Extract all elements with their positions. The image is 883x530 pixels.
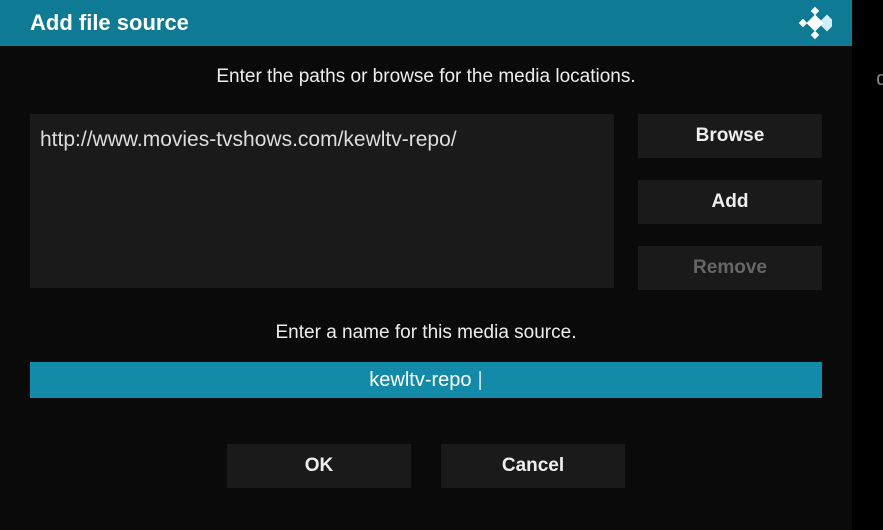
add-file-source-dialog: Add file source Enter the paths or brows… xyxy=(0,0,852,530)
kodi-logo-icon xyxy=(798,6,832,40)
source-name-input[interactable]: kewltv-repo | xyxy=(30,362,822,398)
paths-instruction: Enter the paths or browse for the media … xyxy=(30,66,822,88)
paths-list[interactable]: http://www.movies-tvshows.com/kewltv-rep… xyxy=(30,114,614,288)
cancel-button[interactable]: Cancel xyxy=(441,444,625,488)
background-text: dow xyxy=(876,68,883,91)
name-instruction: Enter a name for this media source. xyxy=(30,322,822,344)
add-button[interactable]: Add xyxy=(638,180,822,224)
dialog-content: Enter the paths or browse for the media … xyxy=(0,46,852,508)
dialog-header: Add file source xyxy=(0,0,852,46)
paths-row: http://www.movies-tvshows.com/kewltv-rep… xyxy=(30,114,822,290)
path-entry[interactable]: http://www.movies-tvshows.com/kewltv-rep… xyxy=(40,128,604,152)
side-buttons: Browse Add Remove xyxy=(638,114,822,290)
browse-button[interactable]: Browse xyxy=(638,114,822,158)
ok-button[interactable]: OK xyxy=(227,444,411,488)
remove-button: Remove xyxy=(638,246,822,290)
dialog-title: Add file source xyxy=(30,10,189,36)
bottom-buttons: OK Cancel xyxy=(30,444,822,488)
source-name-value: kewltv-repo xyxy=(369,369,471,392)
text-cursor: | xyxy=(478,369,483,392)
